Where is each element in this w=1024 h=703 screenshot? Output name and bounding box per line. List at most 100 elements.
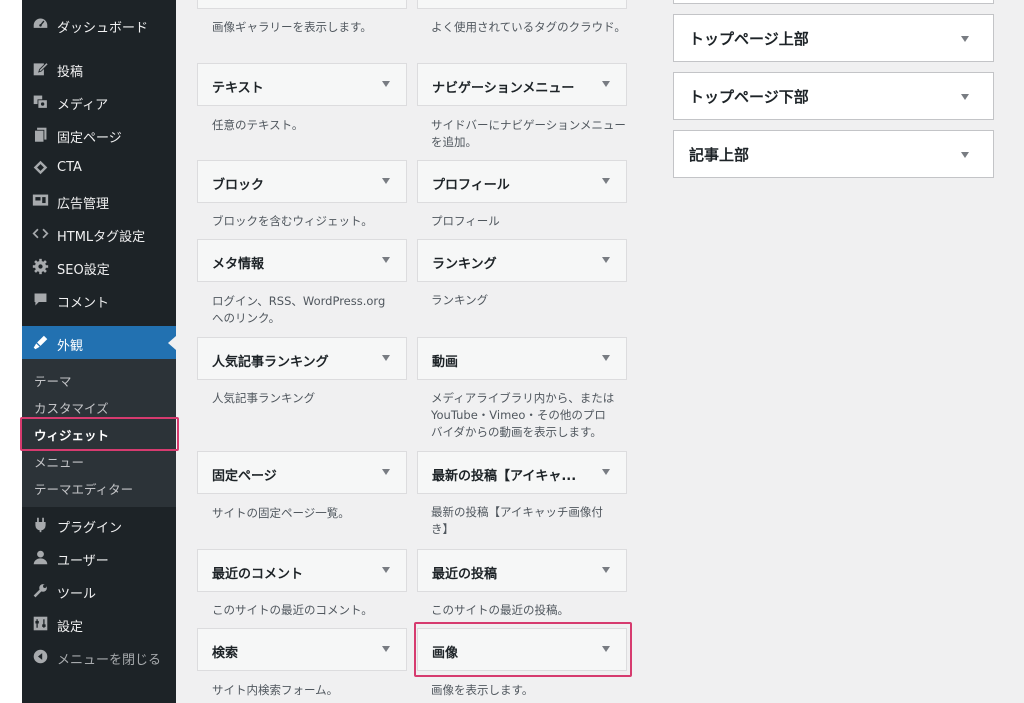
widget-text[interactable]: テキスト [197,63,407,106]
menu-label: CTA [57,160,82,175]
menu-label: ユーザー [57,554,109,569]
widget-desc: サイドバーにナビゲーションメニューを追加。 [431,118,626,149]
widget-area-title: 記事上部 [689,146,750,164]
widget-title: ナビゲーションメニュー [432,81,575,96]
chevron-down-icon[interactable] [602,355,610,361]
menu-cta[interactable]: CTA [22,151,176,184]
widget-title: プロフィール [432,178,510,193]
chevron-down-icon[interactable] [961,36,969,42]
widget-title: 最新の投稿【アイキャ... [432,469,577,484]
widget-gallery-head[interactable] [197,0,407,9]
menu-tools[interactable]: ツール [22,574,176,607]
widget-title: テキスト [212,81,264,96]
cta-icon [32,159,49,176]
chevron-down-icon[interactable] [602,178,610,184]
submenu-theme-editor[interactable]: テーマエディター [34,479,133,498]
menu-label: ツール [57,587,97,602]
menu-label: HTMLタグ設定 [57,230,146,245]
menu-seo[interactable]: SEO設定 [22,250,176,283]
widget-area-article-upper[interactable]: 記事上部 [673,130,994,178]
widget-area-title: トップページ上部 [689,30,809,48]
chevron-down-icon[interactable] [382,567,390,573]
menu-appearance[interactable]: 外観 [22,326,176,359]
widget-desc: このサイトの最近の投稿。 [431,603,569,617]
chevron-down-icon[interactable] [602,469,610,475]
ad-icon [32,192,49,209]
widget-popular-ranking[interactable]: 人気記事ランキング [197,337,407,380]
plugins-icon [32,516,49,533]
widget-latest-posts-eyecatch[interactable]: 最新の投稿【アイキャ... [417,451,627,494]
chevron-down-icon[interactable] [382,355,390,361]
menu-pages[interactable]: 固定ページ [22,118,176,151]
widget-recent-comments[interactable]: 最近のコメント [197,549,407,592]
widget-nav-menu[interactable]: ナビゲーションメニュー [417,63,627,106]
menu-comments[interactable]: コメント [22,283,176,316]
widget-desc: ブロックを含むウィジェット。 [212,214,373,228]
dashboard-icon [32,16,49,33]
widget-profile[interactable]: プロフィール [417,160,627,203]
widget-ranking[interactable]: ランキング [417,239,627,282]
widget-video[interactable]: 動画 [417,337,627,380]
widget-meta[interactable]: メタ情報 [197,239,407,282]
submenu-themes[interactable]: テーマ [34,371,72,390]
posts-icon [32,60,49,77]
widget-desc: ログイン、RSS、WordPress.org へのリンク。 [212,294,386,325]
widget-desc: メディアライブラリ内から、または YouTube・Vimeo・その他のプロバイダ… [431,391,615,439]
pages-icon [32,126,49,143]
comments-icon [32,291,49,308]
widget-recent-posts[interactable]: 最近の投稿 [417,549,627,592]
widget-area-partial[interactable] [673,0,994,4]
chevron-down-icon[interactable] [602,567,610,573]
chevron-down-icon[interactable] [602,257,610,263]
menu-label: ダッシュボード [57,21,149,36]
widget-area-top-upper[interactable]: トップページ上部 [673,14,994,62]
widget-desc: 任意のテキスト。 [212,118,304,132]
chevron-down-icon[interactable] [382,178,390,184]
menu-label: メディア [57,98,109,113]
menu-label: 外観 [57,339,84,354]
users-icon [32,549,49,566]
chevron-down-icon[interactable] [961,152,969,158]
menu-posts[interactable]: 投稿 [22,52,176,85]
widget-pages[interactable]: 固定ページ [197,451,407,494]
chevron-down-icon[interactable] [382,469,390,475]
chevron-down-icon[interactable] [602,81,610,87]
menu-plugins[interactable]: プラグイン [22,508,176,541]
menu-settings[interactable]: 設定 [22,607,176,640]
menu-html-tags[interactable]: HTMLタグ設定 [22,217,176,250]
menu-users[interactable]: ユーザー [22,541,176,574]
settings-icon [32,615,49,632]
widget-desc: よく使用されているタグのクラウド。 [431,20,626,34]
chevron-down-icon[interactable] [382,257,390,263]
menu-label: メニューを閉じる [57,653,162,668]
widget-search[interactable]: 検索 [197,628,407,671]
widget-title: 最近のコメント [212,567,304,582]
widget-title: 固定ページ [212,469,277,484]
code-icon [32,225,49,242]
widget-area-top-lower[interactable]: トップページ下部 [673,72,994,120]
widget-desc: サイト内検索フォーム。 [212,683,339,697]
chevron-down-icon[interactable] [961,94,969,100]
admin-sidebar: ダッシュボード 投稿 メディア 固定ページ CTA 広告管理 HTMLタグ設定 … [22,0,176,703]
widgets-menu-highlight [20,417,179,451]
menu-collapse[interactable]: メニューを閉じる [22,640,176,673]
menu-label: SEO設定 [57,263,110,278]
widget-desc: プロフィール [431,214,500,228]
submenu-customize[interactable]: カスタマイズ [34,398,109,417]
widget-desc: サイトの固定ページ一覧。 [212,506,350,520]
widget-title: 検索 [212,646,239,661]
widget-block[interactable]: ブロック [197,160,407,203]
submenu-menus[interactable]: メニュー [34,452,84,471]
widget-tagcloud-head[interactable] [417,0,627,9]
chevron-down-icon[interactable] [382,81,390,87]
menu-ads[interactable]: 広告管理 [22,184,176,217]
menu-dashboard[interactable]: ダッシュボード [22,8,176,41]
tools-icon [32,582,49,599]
seo-gear-icon [32,258,49,275]
widget-title: 人気記事ランキング [212,355,329,370]
menu-media[interactable]: メディア [22,85,176,118]
collapse-icon [32,648,49,665]
chevron-down-icon[interactable] [382,646,390,652]
widget-desc: ランキング [431,293,489,307]
widget-desc: 最新の投稿【アイキャッチ画像付き】 [431,505,603,536]
